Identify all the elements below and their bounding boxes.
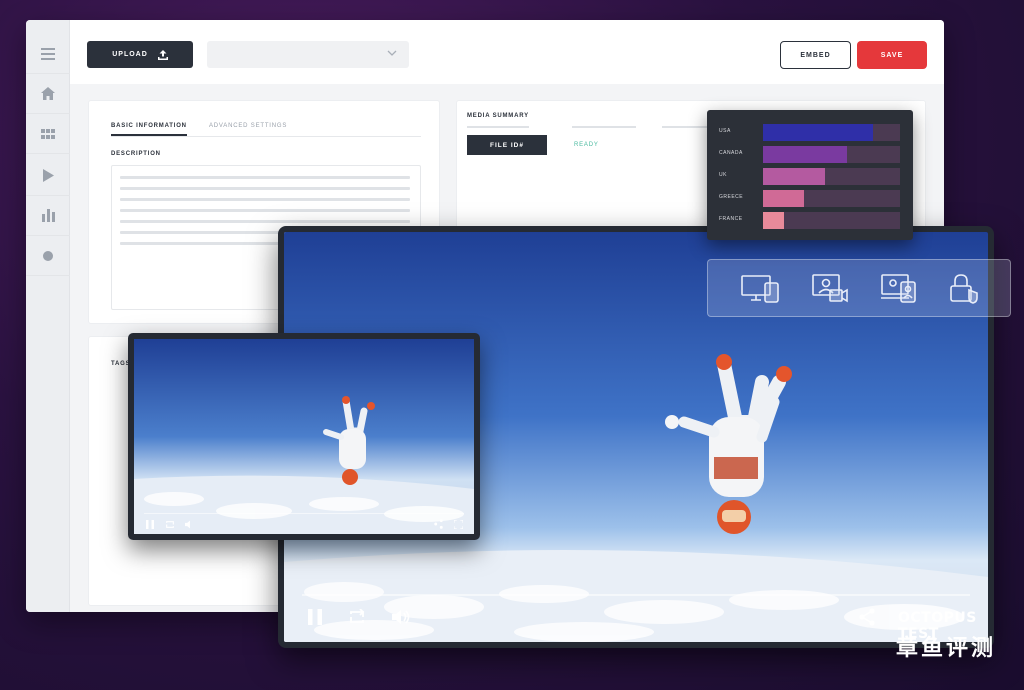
save-button[interactable]: SAVE [857, 41, 927, 69]
chart-bar [763, 124, 873, 141]
chart-bar [763, 190, 805, 207]
chart-bar-track [763, 146, 900, 163]
preview-progress-bar[interactable] [144, 513, 464, 514]
chart-bar-row: CANADA [707, 144, 913, 163]
loop-icon[interactable] [346, 606, 368, 628]
loop-icon[interactable] [164, 518, 176, 530]
feature-icons-strip [707, 259, 1011, 317]
chart-bar-label: UK [719, 172, 727, 178]
media-select[interactable] [207, 41, 409, 68]
chart-bar-row: USA [707, 122, 913, 141]
summary-divider [662, 126, 712, 128]
chart-bar-track [763, 212, 900, 229]
watermark-cn: 章鱼评测 [896, 635, 997, 660]
chart-bar-track [763, 124, 900, 141]
chart-bar-row: UK [707, 166, 913, 185]
video-player-preview[interactable] [128, 333, 480, 540]
top-toolbar: UPLOAD EMBED SAVE [70, 20, 944, 84]
bar-chart-icon[interactable] [26, 196, 70, 236]
dot-icon[interactable] [26, 236, 70, 276]
description-label: DESCRIPTION [111, 151, 161, 157]
chart-bar-label: CANADA [719, 150, 743, 156]
chart-bar [763, 168, 825, 185]
tab-basic-information[interactable]: BASIC INFORMATION [111, 123, 187, 136]
upload-icon [157, 49, 168, 60]
upload-label: UPLOAD [112, 51, 148, 58]
skydiver-scene-preview [134, 339, 474, 534]
chart-bar-row: FRANCE [707, 210, 913, 229]
status-badge: READY [574, 142, 599, 148]
multi-device-icon [740, 272, 780, 306]
pause-icon[interactable] [144, 518, 156, 530]
chart-bar-label: FRANCE [719, 216, 743, 222]
country-views-chart: USA CANADA UK GREECE FRANCE [707, 110, 913, 240]
presenter-screen-icon [880, 272, 920, 306]
summary-divider [572, 126, 636, 128]
home-icon[interactable] [26, 74, 70, 114]
watermark: OCTOPUS TEST 章鱼评测 [896, 608, 1016, 668]
chart-bar [763, 212, 784, 229]
chart-bar [763, 146, 847, 163]
upload-button[interactable]: UPLOAD [87, 41, 193, 68]
file-id-badge: FILE ID# [467, 135, 547, 155]
progress-bar[interactable] [302, 594, 970, 596]
info-tabs: BASIC INFORMATION ADVANCED SETTINGS [111, 123, 421, 137]
grid-icon[interactable] [26, 114, 70, 154]
embed-button[interactable]: EMBED [780, 41, 851, 69]
chart-bar-row: GREECE [707, 188, 913, 207]
tab-advanced-settings[interactable]: ADVANCED SETTINGS [209, 123, 287, 129]
volume-icon[interactable] [390, 606, 414, 628]
volume-icon[interactable] [184, 518, 196, 530]
video-call-icon [810, 272, 850, 306]
share-icon[interactable] [856, 606, 878, 628]
fullscreen-icon[interactable] [452, 518, 464, 530]
play-icon[interactable] [26, 156, 70, 196]
pause-icon[interactable] [304, 606, 326, 628]
summary-divider [467, 126, 529, 128]
chevron-down-icon [387, 50, 397, 56]
chart-bar-label: GREECE [719, 194, 744, 200]
secure-lock-icon [944, 272, 984, 306]
menu-icon[interactable] [26, 34, 70, 74]
media-summary-title: MEDIA SUMMARY [467, 113, 529, 119]
chart-bar-track [763, 168, 900, 185]
share-icon[interactable] [432, 518, 444, 530]
sidebar [26, 20, 70, 612]
chart-bar-label: USA [719, 128, 731, 134]
chart-bar-track [763, 190, 900, 207]
